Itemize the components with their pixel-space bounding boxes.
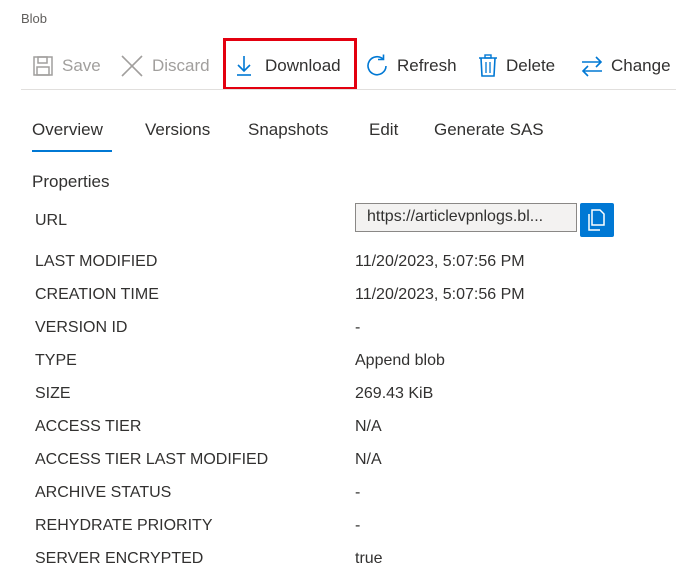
prop-value-size: 269.43 KiB bbox=[355, 385, 434, 402]
prop-label-server-encrypted: SERVER ENCRYPTED bbox=[35, 550, 204, 567]
delete-icon bbox=[479, 54, 497, 77]
refresh-label: Refresh bbox=[397, 56, 457, 75]
prop-label-archive-status: ARCHIVE STATUS bbox=[35, 484, 172, 501]
save-button[interactable]: Save bbox=[32, 52, 101, 80]
download-icon bbox=[237, 56, 251, 76]
prop-value-type: Append blob bbox=[355, 352, 445, 369]
delete-button[interactable]: Delete bbox=[478, 52, 555, 80]
download-label: Download bbox=[265, 56, 341, 75]
page-subtitle: Blob bbox=[21, 11, 48, 26]
tab-generate-sas[interactable]: Generate SAS bbox=[434, 120, 544, 140]
prop-value-server-encrypted: true bbox=[355, 550, 383, 567]
copy-icon bbox=[588, 209, 605, 231]
command-bar: Save Discard Download Refresh Delete Cha… bbox=[0, 38, 676, 92]
prop-value-creation-time: 11/20/2023, 5:07:56 PM bbox=[355, 286, 525, 303]
prop-label-last-modified: LAST MODIFIED bbox=[35, 253, 158, 270]
change-label: Change bbox=[611, 56, 671, 75]
tab-bar: Overview Versions Snapshots Edit Generat… bbox=[0, 110, 676, 156]
save-label: Save bbox=[62, 56, 101, 75]
discard-label: Discard bbox=[152, 56, 210, 75]
save-icon bbox=[33, 56, 53, 76]
prop-value-access-tier: N/A bbox=[355, 418, 382, 435]
url-field[interactable]: https://articlevpnlogs.bl... bbox=[355, 203, 577, 232]
prop-label-access-tier: ACCESS TIER bbox=[35, 418, 142, 435]
properties-heading: Properties bbox=[32, 172, 110, 191]
change-icon bbox=[581, 56, 603, 77]
prop-value-last-modified: 11/20/2023, 5:07:56 PM bbox=[355, 253, 525, 270]
tab-overview[interactable]: Overview bbox=[32, 120, 103, 140]
prop-value-version-id: - bbox=[355, 319, 361, 336]
discard-icon bbox=[121, 55, 143, 77]
copy-url-button[interactable] bbox=[580, 203, 614, 237]
delete-label: Delete bbox=[506, 56, 556, 75]
tab-edit[interactable]: Edit bbox=[369, 120, 398, 140]
refresh-icon bbox=[367, 54, 387, 76]
url-label: URL bbox=[35, 212, 68, 229]
discard-button[interactable]: Discard bbox=[120, 52, 210, 80]
toolbar-divider bbox=[21, 89, 676, 90]
prop-value-archive-status: - bbox=[355, 484, 361, 501]
prop-value-rehydrate-priority: - bbox=[355, 517, 361, 534]
tab-snapshots[interactable]: Snapshots bbox=[248, 120, 328, 140]
prop-label-creation-time: CREATION TIME bbox=[35, 286, 159, 303]
prop-value-access-tier-last-modified: N/A bbox=[355, 451, 382, 468]
refresh-button[interactable]: Refresh bbox=[365, 52, 457, 80]
prop-label-version-id: VERSION ID bbox=[35, 319, 128, 336]
tab-versions[interactable]: Versions bbox=[145, 120, 210, 140]
active-tab-indicator bbox=[32, 150, 112, 152]
download-button[interactable]: Download bbox=[236, 52, 341, 80]
change-button[interactable]: Change bbox=[581, 52, 671, 80]
prop-label-type: TYPE bbox=[35, 352, 77, 369]
prop-label-rehydrate-priority: REHYDRATE PRIORITY bbox=[35, 517, 213, 534]
prop-label-size: SIZE bbox=[35, 385, 71, 402]
prop-label-access-tier-last-modified: ACCESS TIER LAST MODIFIED bbox=[35, 451, 269, 468]
